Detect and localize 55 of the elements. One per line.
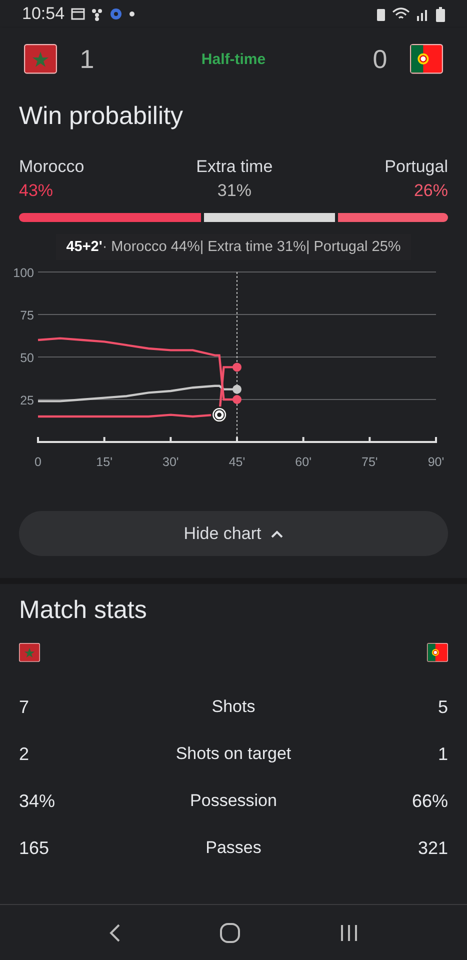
home-stat: 2 <box>19 744 30 765</box>
match-status: Half-time <box>201 50 266 68</box>
y-tick-label: 75 <box>20 308 34 322</box>
y-tick-label: 50 <box>20 351 34 365</box>
battery-icon <box>436 6 445 22</box>
away-stat: 66% <box>410 790 448 812</box>
away-stat: 1 <box>436 744 448 765</box>
home-icon[interactable] <box>219 922 242 944</box>
section-title: Match stats <box>19 595 148 625</box>
x-tick-label: 90' <box>428 455 444 469</box>
recent-apps-icon[interactable] <box>340 922 358 942</box>
stat-label: Shots <box>210 697 256 718</box>
home-stat: 34% <box>19 790 56 812</box>
x-tick-label: 60' <box>295 455 312 469</box>
away-stat: 321 <box>416 838 448 859</box>
ball-icon <box>211 406 228 424</box>
home-stat: 165 <box>19 838 50 859</box>
x-tick-label: 15' <box>96 455 112 469</box>
stat-label: Passes <box>204 838 262 858</box>
signal-icon <box>416 7 430 21</box>
home-stat: 7 <box>19 696 30 718</box>
back-icon[interactable] <box>109 922 122 942</box>
end-point <box>232 395 242 404</box>
away-stat: 5 <box>436 696 448 718</box>
x-tick-label: 75' <box>362 455 378 469</box>
y-tick-label: 100 <box>13 266 34 280</box>
portugal-flag-icon <box>427 643 448 662</box>
wifi-icon <box>392 7 410 21</box>
morocco-flag-icon <box>24 44 57 74</box>
outcome-label: Portugal <box>384 157 448 177</box>
battery-saver-icon <box>376 7 386 21</box>
outcome-label: Extra time <box>196 157 273 177</box>
y-tick-label: 25 <box>20 394 34 408</box>
morocco-flag-icon <box>19 643 40 662</box>
x-tick-label: 45' <box>228 455 246 469</box>
end-point <box>232 384 242 394</box>
section-title: Win probability <box>19 101 184 131</box>
x-tick-label: 30' <box>162 455 179 469</box>
away-score: 0 <box>372 44 388 74</box>
dots-icon <box>90 8 103 20</box>
outcome-percent: 31% <box>217 181 252 201</box>
end-point <box>232 362 242 372</box>
outcome-label: Morocco <box>19 157 84 177</box>
outcome-percent: 43% <box>19 181 54 201</box>
stat-label: Shots on target <box>174 744 292 764</box>
hide-chart-button[interactable]: Hide chart <box>19 511 448 556</box>
calendar-icon <box>70 8 85 20</box>
chevron-up-icon <box>271 530 284 538</box>
stat-label: Possession <box>189 791 278 812</box>
outcome-percent: 26% <box>414 181 448 201</box>
clock: 10:54 <box>22 4 65 24</box>
home-score: 1 <box>78 44 96 74</box>
portugal-flag-icon <box>410 44 443 74</box>
x-tick-label: 0 <box>34 455 42 469</box>
dot-icon <box>128 11 135 17</box>
